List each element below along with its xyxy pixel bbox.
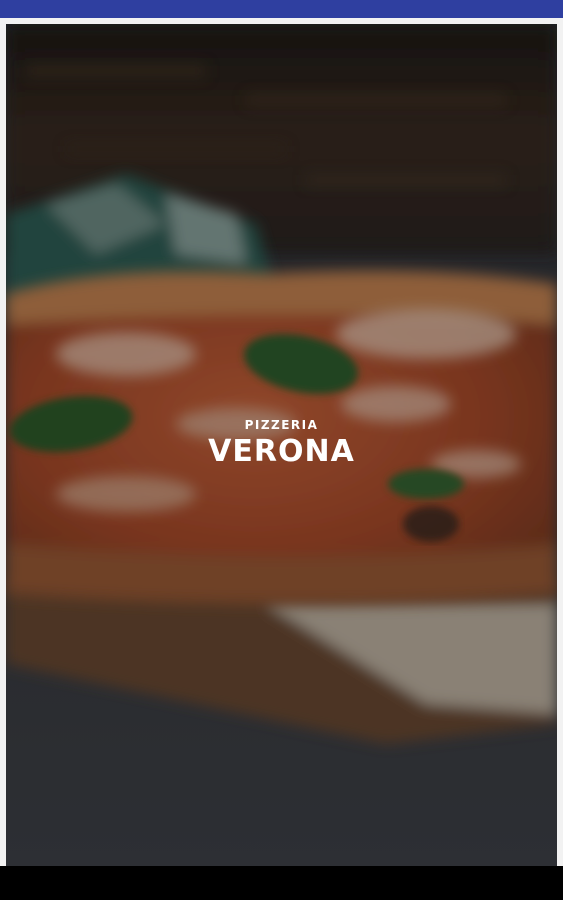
status-bar: [0, 0, 563, 18]
splash-screen: PIZZERIA VERONA: [0, 18, 563, 866]
brand-title: VERONA: [208, 434, 355, 469]
navigation-bar: [0, 866, 563, 900]
hero-background: PIZZERIA VERONA: [6, 24, 557, 866]
brand-subtitle: PIZZERIA: [244, 418, 319, 432]
